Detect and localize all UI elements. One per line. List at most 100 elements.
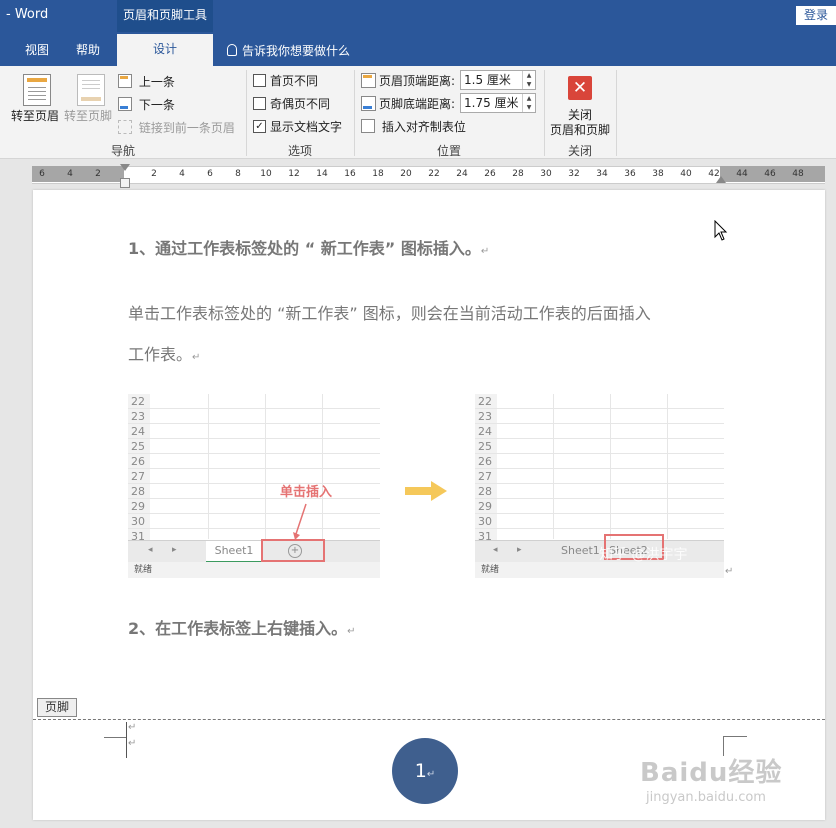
previous-button[interactable]: 上一条 xyxy=(118,73,175,90)
footer-page-icon xyxy=(77,74,105,106)
header-page-icon xyxy=(23,74,51,106)
context-tools-label: 页眉和页脚工具 xyxy=(117,0,213,32)
next-button[interactable]: 下一条 xyxy=(118,96,175,113)
different-first-label: 首页不同 xyxy=(270,74,319,88)
row-header: 23 xyxy=(128,409,150,424)
crop-mark-right xyxy=(723,736,747,737)
goto-footer-button[interactable]: 转至页脚 xyxy=(64,74,116,124)
lightbulb-icon xyxy=(227,44,237,56)
ruler-tick: 46 xyxy=(764,169,776,179)
row-header: 29 xyxy=(475,499,497,514)
baidu-url-watermark: jingyan.baidu.com xyxy=(646,790,766,805)
paragraph-line-1: 单击工作表标签处的 “新工作表” 图标，则会在当前活动工作表的后面插入 xyxy=(128,304,651,323)
row-header: 30 xyxy=(475,514,497,529)
close-group-label: 关闭 xyxy=(567,144,592,158)
scroll-right-icon: ▸ xyxy=(172,545,177,555)
footer-distance-icon xyxy=(361,96,376,111)
ruler-tick: 30 xyxy=(540,169,552,179)
ruler-tick: 38 xyxy=(652,169,664,179)
next-icon xyxy=(118,97,132,111)
ruler-tick: 44 xyxy=(736,169,748,179)
header-top-value: 1.5 厘米 xyxy=(464,73,511,87)
callout-label: 单击插入 xyxy=(280,485,333,500)
right-indent-marker[interactable] xyxy=(716,176,726,183)
close-label-line2: 页眉和页脚 xyxy=(549,123,610,137)
row-header: 28 xyxy=(128,484,150,499)
checkbox-box xyxy=(253,74,266,87)
text-cursor xyxy=(126,722,127,758)
right-screenshot-image: 22 23 24 25 26 27 28 29 30 31 ◂ ▸ Sheet1 Sheet2 知… xyxy=(475,394,724,578)
scroll-left-icon: ◂ xyxy=(493,545,498,555)
checkbox-box xyxy=(253,97,266,110)
header-top-spinner[interactable]: 1.5 厘米 ▲ ▼ xyxy=(460,70,536,90)
tab-help[interactable]: 帮助 xyxy=(76,41,100,58)
paragraph-mark: ↵ xyxy=(192,352,201,363)
ruler-tick: 10 xyxy=(260,169,272,179)
previous-label: 上一条 xyxy=(138,75,175,89)
options-group-label: 选项 xyxy=(287,144,312,158)
ruler-tick: 28 xyxy=(512,169,524,179)
scroll-left-icon: ◂ xyxy=(148,545,153,555)
link-previous-button[interactable]: 链接到前一条页眉 xyxy=(118,119,235,136)
ruler-tick: 18 xyxy=(372,169,384,179)
ruler-tick: 16 xyxy=(344,169,356,179)
sheet-tab-sheet1: Sheet1 xyxy=(561,544,600,557)
page-number: 1 xyxy=(414,760,427,782)
ruler-tick: 26 xyxy=(484,169,496,179)
footer-bottom-value: 1.75 厘米 xyxy=(464,96,519,110)
row-header: 25 xyxy=(475,439,497,454)
ruler-tick: 22 xyxy=(428,169,440,179)
login-button[interactable]: 登录 xyxy=(796,6,836,25)
heading-1-text: 1、通过工作表标签处的 “ 新工作表” 图标插入。 xyxy=(128,239,481,258)
ruler-tick: 36 xyxy=(624,169,636,179)
group-separator xyxy=(616,70,617,156)
nav-group-label: 导航 xyxy=(110,144,135,158)
paragraph-mark: ↵ xyxy=(725,566,734,577)
crop-mark-left xyxy=(104,737,126,738)
status-bar: 就绪 xyxy=(128,562,380,578)
first-line-indent-marker[interactable] xyxy=(120,164,130,171)
transition-arrow-icon xyxy=(405,481,447,501)
paragraph-mark: ↵ xyxy=(426,769,436,780)
zhihu-watermark: 知乎 @洪宇宇 xyxy=(599,547,688,563)
app-title: - Word xyxy=(6,7,49,22)
ruler-tick: 2 xyxy=(95,169,101,179)
left-screenshot-image: 22 23 24 25 26 27 28 29 30 31 ◂ ▸ Sheet1 + 就绪 单击插… xyxy=(128,394,380,578)
paragraph-mark: ↵ xyxy=(480,246,490,257)
show-doc-text-label: 显示文档文字 xyxy=(270,120,343,134)
footer-bottom-spinner[interactable]: 1.75 厘米 ▲ ▼ xyxy=(460,93,536,113)
tab-design[interactable]: 设计 xyxy=(117,34,213,66)
ruler-tick: 4 xyxy=(67,169,73,179)
row-header: 25 xyxy=(128,439,150,454)
different-odd-even-label: 奇偶页不同 xyxy=(270,97,331,111)
insert-alignment-tab-button[interactable]: 插入对齐制表位 xyxy=(361,118,466,135)
ruler-tick: 48 xyxy=(792,169,804,179)
row-header: 26 xyxy=(128,454,150,469)
sheet-tab-bar: ◂ ▸ Sheet1 + xyxy=(128,540,380,563)
position-group-label: 位置 xyxy=(436,144,461,158)
goto-header-button[interactable]: 转至页眉 xyxy=(10,74,62,124)
spinner-arrows-icon[interactable]: ▲ ▼ xyxy=(522,71,535,89)
insert-align-tab-label: 插入对齐制表位 xyxy=(381,120,466,134)
close-header-footer-button[interactable]: ✕ 关闭 页眉和页脚 xyxy=(547,74,613,137)
row-header: 28 xyxy=(475,484,497,499)
ruler-tick: 6 xyxy=(39,169,45,179)
sheet-tab-sheet1: Sheet1 xyxy=(206,541,262,563)
row-header: 27 xyxy=(128,469,150,484)
alignment-tab-icon xyxy=(361,119,375,133)
left-indent-marker[interactable] xyxy=(120,178,130,188)
row-header: 24 xyxy=(128,424,150,439)
paragraph-mark: ↵ xyxy=(128,738,137,749)
ruler-tick: 6 xyxy=(207,169,213,179)
ruler-tick: 34 xyxy=(596,169,608,179)
page-number-circle[interactable]: 1↵ xyxy=(392,738,458,804)
footer-boundary xyxy=(33,719,825,720)
close-icon: ✕ xyxy=(568,76,592,100)
tab-view[interactable]: 视图 xyxy=(25,41,49,58)
ruler-tick: 32 xyxy=(568,169,580,179)
link-icon xyxy=(118,120,132,134)
row-header: 27 xyxy=(475,469,497,484)
spinner-arrows-icon[interactable]: ▲ ▼ xyxy=(522,94,535,112)
row-header: 29 xyxy=(128,499,150,514)
tell-me-search[interactable]: 告诉我你想要做什么 xyxy=(227,42,350,59)
